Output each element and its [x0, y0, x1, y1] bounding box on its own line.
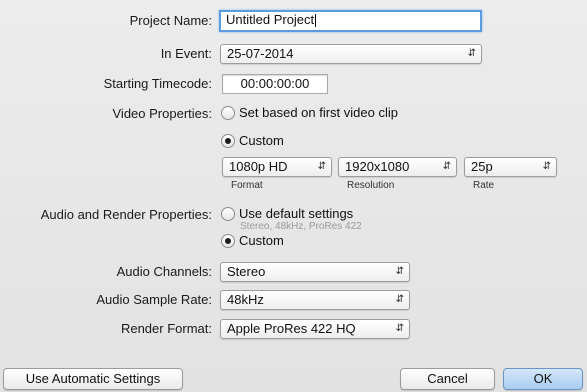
format-popup[interactable]: 1080p HD ⇵	[222, 157, 332, 177]
in-event-label: In Event:	[160, 46, 212, 61]
starting-timecode-value: 00:00:00:00	[240, 76, 310, 91]
starting-timecode-label: Starting Timecode:	[103, 76, 212, 91]
starting-timecode-field[interactable]: 00:00:00:00	[222, 74, 328, 94]
radio-default-settings[interactable]	[221, 207, 235, 221]
chevron-updown-icon: ⇵	[542, 161, 551, 172]
project-name-value: Untitled Project	[226, 12, 315, 27]
chevron-updown-icon: ⇵	[395, 323, 404, 334]
radio-video-custom[interactable]	[221, 134, 235, 148]
rate-value: 25p	[471, 159, 493, 174]
chevron-updown-icon: ⇵	[317, 161, 326, 172]
render-format-label: Render Format:	[120, 321, 212, 336]
format-caption: Format	[231, 180, 263, 191]
chevron-updown-icon: ⇵	[395, 294, 404, 305]
audio-render-label: Audio and Render Properties:	[40, 207, 212, 222]
ok-button[interactable]: OK	[503, 368, 583, 390]
rate-popup[interactable]: 25p ⇵	[464, 157, 557, 177]
render-format-popup[interactable]: Apple ProRes 422 HQ ⇵	[220, 319, 410, 339]
resolution-popup[interactable]: 1920x1080 ⇵	[338, 157, 457, 177]
in-event-popup[interactable]: 25-07-2014 ⇵	[220, 44, 482, 64]
new-project-dialog: Project Name: Untitled Project In Event:…	[0, 0, 587, 392]
video-properties-label: Video Properties:	[112, 106, 213, 121]
audio-channels-label: Audio Channels:	[116, 264, 212, 279]
project-name-label: Project Name:	[129, 13, 212, 28]
option-default-settings-label: Use default settings	[239, 206, 354, 221]
resolution-caption: Resolution	[347, 180, 395, 191]
rate-caption: Rate	[473, 180, 495, 191]
chevron-updown-icon: ⇵	[467, 48, 476, 59]
render-format-value: Apple ProRes 422 HQ	[227, 321, 356, 336]
audio-sample-rate-label: Audio Sample Rate:	[96, 292, 212, 307]
option-first-clip-label: Set based on first video clip	[239, 105, 398, 120]
audio-sample-rate-value: 48kHz	[227, 292, 264, 307]
default-settings-hint: Stereo, 48kHz, ProRes 422	[240, 221, 362, 232]
audio-channels-popup[interactable]: Stereo ⇵	[220, 262, 410, 282]
audio-channels-value: Stereo	[227, 264, 266, 279]
chevron-updown-icon: ⇵	[395, 266, 404, 277]
cancel-button[interactable]: Cancel	[400, 368, 495, 390]
radio-audio-custom[interactable]	[221, 234, 235, 248]
chevron-updown-icon: ⇵	[442, 161, 451, 172]
option-video-custom-label: Custom	[239, 133, 284, 148]
use-automatic-settings-button[interactable]: Use Automatic Settings	[3, 368, 183, 390]
audio-sample-rate-popup[interactable]: 48kHz ⇵	[220, 290, 410, 310]
resolution-value: 1920x1080	[345, 159, 410, 174]
in-event-value: 25-07-2014	[227, 46, 294, 61]
radio-first-clip[interactable]	[221, 106, 235, 120]
option-audio-custom-label: Custom	[239, 233, 284, 248]
format-value: 1080p HD	[229, 159, 288, 174]
project-name-field[interactable]: Untitled Project	[219, 10, 482, 32]
text-caret	[315, 14, 317, 28]
